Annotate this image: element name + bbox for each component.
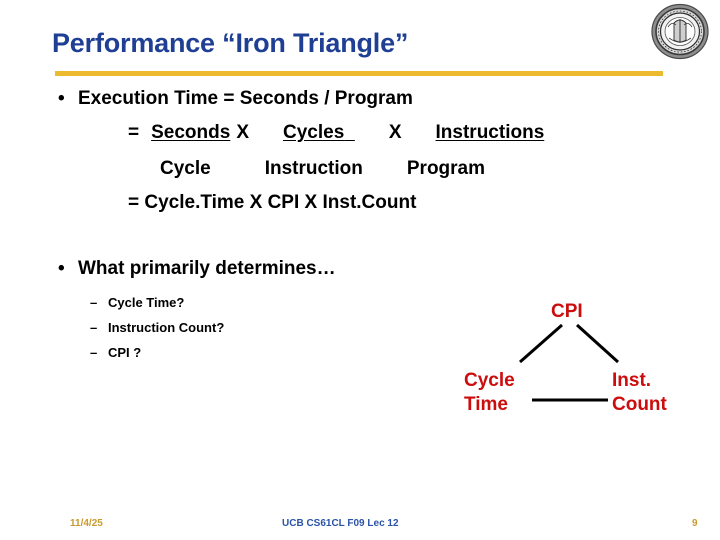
dash-marker-icon: – bbox=[90, 345, 98, 360]
formula-expanded-row: = Cycle.Time X CPI X Inst.Count bbox=[128, 192, 417, 213]
sub-bullet-cpi: – CPI ? bbox=[90, 345, 141, 360]
formula-denominator-program: Program bbox=[406, 158, 486, 179]
page-title: Performance “Iron Triangle” bbox=[52, 28, 409, 58]
formula-denominator-cycle: Cycle bbox=[160, 158, 211, 179]
triangle-node-cpi: CPI bbox=[551, 301, 583, 322]
dash-marker-icon: – bbox=[90, 320, 98, 335]
sub-bullet-cycle-time-label: Cycle Time? bbox=[108, 295, 185, 310]
formula-denominator-instruction: Instruction bbox=[264, 158, 363, 179]
bullet-marker-icon: • bbox=[58, 258, 65, 279]
sub-bullet-cycle-time: – Cycle Time? bbox=[90, 295, 184, 310]
bullet-what-determines: • What primarily determines… bbox=[58, 258, 336, 280]
formula-denominators-row: Cycle Instruction Program bbox=[160, 158, 485, 180]
title-underline-rule bbox=[55, 71, 663, 76]
triangle-node-cycle-time: Cycle Time bbox=[464, 369, 515, 417]
footer-course-label: UCB CS61CL F09 Lec 12 bbox=[282, 518, 399, 529]
formula-numerator-cycles: Cycles bbox=[283, 122, 345, 143]
triangle-node-cycle-time-line1: Cycle bbox=[464, 370, 515, 391]
triangle-node-inst-count-line1: Inst. bbox=[612, 370, 652, 391]
triangle-node-cycle-time-line2: Time bbox=[464, 394, 509, 415]
bullet-what-determines-label: What primarily determines… bbox=[78, 258, 336, 279]
bullet-execution-time-label: Execution Time = Seconds / Program bbox=[78, 88, 413, 109]
footer-page-number: 9 bbox=[692, 518, 698, 529]
triangle-node-inst-count-line2: Count bbox=[612, 394, 667, 415]
bullet-marker-icon: • bbox=[58, 88, 65, 109]
dash-marker-icon: – bbox=[90, 295, 98, 310]
sub-bullet-cpi-label: CPI ? bbox=[108, 345, 142, 360]
bullet-execution-time: • Execution Time = Seconds / Program bbox=[58, 88, 413, 110]
uc-berkeley-seal-icon bbox=[650, 3, 710, 60]
triangle-node-inst-count: Inst. Count bbox=[612, 369, 667, 417]
formula-times-2: X bbox=[388, 122, 402, 143]
footer-date: 11/4/25 bbox=[70, 518, 103, 529]
formula-equals-sign: = bbox=[128, 122, 140, 143]
iron-triangle-diagram: CPI Cycle Time Inst. Count bbox=[440, 292, 700, 437]
sub-bullet-instruction-count: – Instruction Count? bbox=[90, 320, 224, 335]
sub-bullet-instruction-count-label: Instruction Count? bbox=[108, 320, 225, 335]
formula-numerator-seconds: Seconds bbox=[151, 122, 231, 143]
formula-times-1: X bbox=[236, 122, 249, 143]
formula-numerators-row: = Seconds X Cycles X Instructions bbox=[128, 122, 544, 144]
formula-numerator-instructions: Instructions bbox=[435, 122, 545, 143]
